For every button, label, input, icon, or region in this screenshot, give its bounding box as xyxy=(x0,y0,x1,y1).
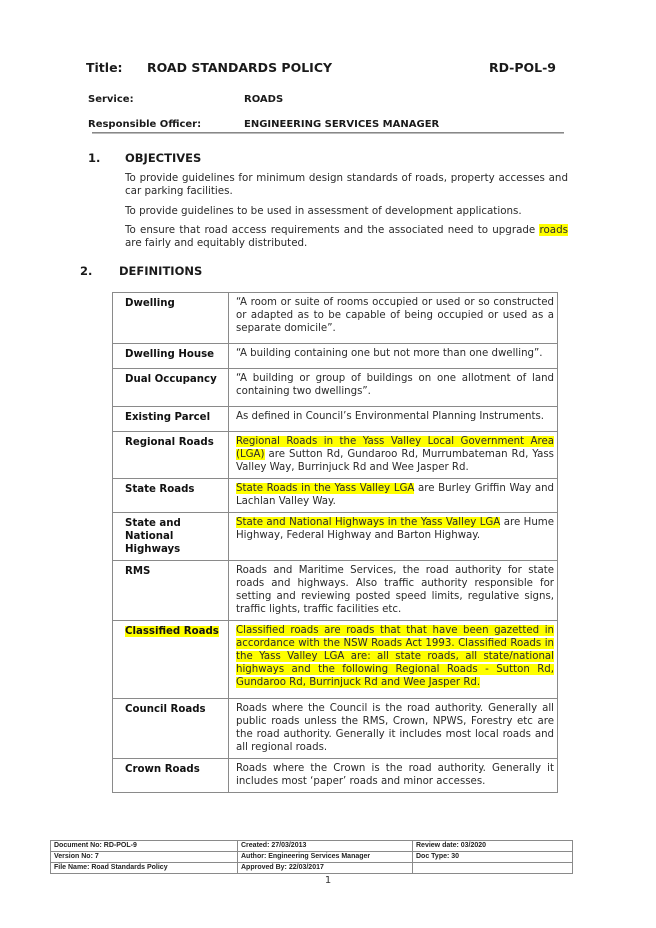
approved-by: Approved By: 22/03/2017 xyxy=(237,862,413,874)
highlighted-text: State and National Highways in the Yass … xyxy=(236,517,501,528)
header-divider xyxy=(92,132,564,134)
definition-term: Council Roads xyxy=(125,704,206,715)
definition-row: Dwelling House “A building containing one… xyxy=(112,343,558,369)
title-label: Title: xyxy=(86,60,123,75)
definition-text-cell: State Roads in the Yass Valley LGA are B… xyxy=(228,478,558,513)
definition-term-cell: Existing Parcel xyxy=(112,406,229,432)
paragraph-text: are fairly and equitably distributed. xyxy=(125,237,308,249)
definition-text: “A room or suite of rooms occupied or us… xyxy=(236,297,554,334)
definition-row: State and National Highways State and Nat… xyxy=(112,512,558,561)
definition-term: Crown Roads xyxy=(125,764,200,775)
definition-term: Classified Roads xyxy=(125,626,219,637)
definition-text-cell: State and National Highways in the Yass … xyxy=(228,512,558,561)
definition-text: Roads and Maritime Services, the road au… xyxy=(236,565,554,615)
version-number: Version No: 7 xyxy=(50,851,238,863)
definition-row: Dwelling “A room or suite of rooms occupi… xyxy=(112,292,558,344)
definition-term-cell: Dual Occupancy xyxy=(112,368,229,407)
officer-row: Responsible Officer: ENGINEERING SERVICE… xyxy=(88,119,558,133)
definition-text-cell: “A building or group of buildings on one… xyxy=(228,368,558,407)
definition-text: Roads where the Council is the road auth… xyxy=(236,703,554,753)
definition-text-cell: As defined in Council’s Environmental Pl… xyxy=(228,406,558,432)
officer-label: Responsible Officer: xyxy=(88,119,202,130)
definition-row: State Roads State Roads in the Yass Valle… xyxy=(112,478,558,513)
section-number: 1. xyxy=(88,151,101,165)
definition-row: Regional Roads Regional Roads in the Yass… xyxy=(112,431,558,479)
objective-paragraph: To provide guidelines for minimum design… xyxy=(125,172,568,197)
section-title: OBJECTIVES xyxy=(125,151,202,165)
definition-term: Dwelling xyxy=(125,298,175,309)
definition-text-cell: Roads and Maritime Services, the road au… xyxy=(228,560,558,621)
definition-text: As defined in Council’s Environmental Pl… xyxy=(236,411,545,422)
definition-term-cell: Regional Roads xyxy=(112,431,229,479)
document-title-row: Title: ROAD STANDARDS POLICY RD-POL-9 xyxy=(86,60,556,78)
definition-term: Existing Parcel xyxy=(125,412,211,423)
highlighted-text: Classified roads are roads that that hav… xyxy=(236,625,554,688)
definition-text-cell: Roads where the Crown is the road author… xyxy=(228,758,558,793)
document-footer-table: Document No: RD-POL-9 Created: 27/03/201… xyxy=(50,840,573,874)
definition-term: State and National Highways xyxy=(125,518,181,555)
highlighted-text: State Roads in the Yass Valley LGA xyxy=(236,483,415,494)
section-number: 2. xyxy=(80,264,93,278)
created-date: Created: 27/03/2013 xyxy=(237,840,413,852)
definition-term-cell: Council Roads xyxy=(112,698,229,759)
definition-term: Regional Roads xyxy=(125,437,214,448)
section-title: DEFINITIONS xyxy=(119,264,203,278)
footer-row: File Name: Road Standards Policy Approve… xyxy=(50,862,573,874)
definition-text-cell: “A building containing one but not more … xyxy=(228,343,558,369)
definition-row: Dual Occupancy “A building or group of bu… xyxy=(112,368,558,407)
definition-term-cell: Classified Roads xyxy=(112,620,229,699)
empty-cell xyxy=(412,862,573,874)
page-number: 1 xyxy=(324,875,332,886)
definition-term-cell: RMS xyxy=(112,560,229,621)
definition-term-cell: State Roads xyxy=(112,478,229,513)
section-heading-definitions: 2. DEFINITIONS xyxy=(80,264,380,280)
definition-term: Dwelling House xyxy=(125,349,215,360)
definition-term-cell: Crown Roads xyxy=(112,758,229,793)
definition-text: Roads where the Crown is the road author… xyxy=(236,763,554,787)
definition-row: Crown Roads Roads where the Crown is the … xyxy=(112,758,558,793)
definition-text: “A building containing one but not more … xyxy=(236,348,543,359)
footer-row: Version No: 7 Author: Engineering Servic… xyxy=(50,851,573,863)
service-label: Service: xyxy=(88,94,134,105)
doc-type: Doc Type: 30 xyxy=(412,851,573,863)
document-number: Document No: RD-POL-9 xyxy=(50,840,238,852)
definition-term: State Roads xyxy=(125,484,195,495)
author: Author: Engineering Services Manager xyxy=(237,851,413,863)
section-heading-objectives: 1. OBJECTIVES xyxy=(88,151,388,167)
definitions-table: Dwelling “A room or suite of rooms occupi… xyxy=(112,292,558,793)
officer-value: ENGINEERING SERVICES MANAGER xyxy=(244,119,440,130)
definition-term: RMS xyxy=(125,566,151,577)
definition-text-cell: “A room or suite of rooms occupied or us… xyxy=(228,292,558,344)
definition-text-cell: Classified roads are roads that that hav… xyxy=(228,620,558,699)
review-date: Review date: 03/2020 xyxy=(412,840,573,852)
objective-paragraph: To ensure that road access requirements … xyxy=(125,224,568,250)
document-code: RD-POL-9 xyxy=(488,60,556,75)
objective-paragraph: To provide guidelines to be used in asse… xyxy=(125,205,522,217)
definition-term-cell: Dwelling xyxy=(112,292,229,344)
definition-row: Existing Parcel As defined in Council’s E… xyxy=(112,406,558,432)
highlighted-text: roads xyxy=(539,224,568,236)
definition-term: Dual Occupancy xyxy=(125,374,217,385)
definition-row: Classified Roads Classified roads are roa… xyxy=(112,620,558,699)
definition-text: “A building or group of buildings on one… xyxy=(236,373,554,397)
service-row: Service: ROADS xyxy=(88,94,558,108)
document-title: ROAD STANDARDS POLICY xyxy=(147,60,333,75)
definition-row: Council Roads Roads where the Council is … xyxy=(112,698,558,759)
service-value: ROADS xyxy=(244,94,284,105)
file-name: File Name: Road Standards Policy xyxy=(50,862,238,874)
definition-text-cell: Regional Roads in the Yass Valley Local … xyxy=(228,431,558,479)
paragraph-text: To ensure that road access requirements … xyxy=(125,224,540,236)
definition-term-cell: Dwelling House xyxy=(112,343,229,369)
definition-text-cell: Roads where the Council is the road auth… xyxy=(228,698,558,759)
definition-row: RMS Roads and Maritime Services, the road… xyxy=(112,560,558,621)
definition-term-cell: State and National Highways xyxy=(112,512,229,561)
definition-text: are Sutton Rd, Gundaroo Rd, Murrumbatema… xyxy=(236,449,554,473)
footer-row: Document No: RD-POL-9 Created: 27/03/201… xyxy=(50,840,573,852)
